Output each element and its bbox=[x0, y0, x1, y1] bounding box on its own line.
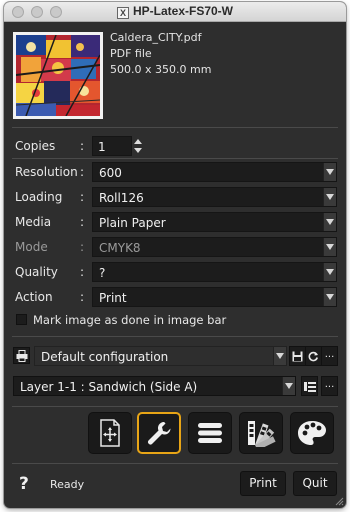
loading-value: Roll126 bbox=[99, 191, 144, 205]
resolution-select[interactable]: 600 bbox=[92, 162, 337, 182]
layer-more-button[interactable]: ... bbox=[321, 376, 338, 396]
floppy-disk-icon bbox=[292, 351, 303, 362]
decrement-icon[interactable] bbox=[134, 148, 142, 153]
save-config-button[interactable] bbox=[289, 346, 306, 366]
quit-button[interactable]: Quit bbox=[293, 471, 337, 496]
divider bbox=[12, 158, 338, 159]
action-row: Action : Print bbox=[4, 287, 346, 309]
refresh-config-button[interactable] bbox=[305, 346, 322, 366]
list-tool-button[interactable] bbox=[188, 412, 232, 454]
image-thumbnail bbox=[13, 32, 103, 119]
divider bbox=[12, 336, 338, 337]
mode-colon: : bbox=[80, 240, 85, 254]
swatches-tool-button[interactable] bbox=[239, 412, 283, 454]
mode-row: Mode : CMYK8 bbox=[4, 237, 346, 259]
resolution-label: Resolution bbox=[15, 165, 78, 179]
quality-select[interactable]: ? bbox=[92, 262, 337, 282]
configuration-row: Default configuration ... bbox=[13, 346, 339, 366]
quality-value: ? bbox=[99, 266, 106, 280]
mark-done-label: Mark image as done in image bar bbox=[33, 313, 227, 327]
chevron-down-icon[interactable] bbox=[282, 377, 295, 395]
chevron-down-icon[interactable] bbox=[323, 263, 336, 281]
chevron-down-icon[interactable] bbox=[323, 163, 336, 181]
copies-colon: : bbox=[80, 139, 85, 153]
media-value: Plain Paper bbox=[99, 216, 166, 230]
printer-icon[interactable] bbox=[13, 347, 30, 364]
chevron-down-icon[interactable] bbox=[323, 188, 336, 206]
divider bbox=[12, 127, 338, 128]
resolution-row: Resolution : 600 bbox=[4, 162, 346, 184]
loading-row: Loading : Roll126 bbox=[4, 187, 346, 209]
list-icon bbox=[198, 423, 222, 443]
copies-input[interactable]: 1 bbox=[92, 136, 132, 156]
app-window: X HP-Latex-FS70-W Caldera_CITY.pdf PDF f… bbox=[4, 2, 346, 508]
file-name: Caldera_CITY.pdf bbox=[110, 31, 202, 44]
loading-label: Loading bbox=[15, 190, 63, 204]
quality-label: Quality bbox=[15, 265, 58, 279]
media-select[interactable]: Plain Paper bbox=[92, 212, 337, 232]
loading-select[interactable]: Roll126 bbox=[92, 187, 337, 207]
window-title-wrap: X HP-Latex-FS70-W bbox=[4, 4, 346, 19]
layer-list-button[interactable] bbox=[301, 376, 318, 396]
title-bar: X HP-Latex-FS70-W bbox=[4, 2, 346, 22]
mark-done-option[interactable]: Mark image as done in image bar bbox=[16, 313, 226, 327]
copies-label: Copies bbox=[15, 139, 56, 153]
resolution-colon: : bbox=[80, 165, 85, 179]
media-label: Media bbox=[15, 215, 52, 229]
increment-icon[interactable] bbox=[134, 139, 142, 144]
help-button[interactable]: ? bbox=[19, 474, 29, 494]
wrench-icon bbox=[148, 421, 171, 445]
copies-stepper[interactable] bbox=[134, 136, 142, 156]
configuration-select[interactable]: Default configuration bbox=[34, 346, 287, 366]
placement-tool-button[interactable] bbox=[88, 412, 132, 454]
mark-done-checkbox[interactable] bbox=[16, 314, 27, 325]
layer-row: Layer 1-1 : Sandwich (Side A) ... bbox=[13, 376, 339, 396]
action-select[interactable]: Print bbox=[92, 287, 337, 307]
quality-row: Quality : ? bbox=[4, 262, 346, 284]
file-info: Caldera_CITY.pdf PDF file 500.0 x 350.0 … bbox=[110, 30, 211, 78]
color-palette-tool-button[interactable] bbox=[290, 412, 334, 454]
media-colon: : bbox=[80, 215, 85, 229]
thumbnail-art bbox=[15, 34, 101, 117]
chevron-down-icon[interactable] bbox=[323, 288, 336, 306]
file-size: 500.0 x 350.0 mm bbox=[110, 63, 212, 76]
mode-label: Mode bbox=[15, 240, 48, 254]
chevron-down-icon[interactable] bbox=[323, 213, 336, 231]
configuration-value: Default configuration bbox=[41, 350, 169, 364]
copies-row: Copies : 1 bbox=[4, 136, 346, 158]
main-panel: Caldera_CITY.pdf PDF file 500.0 x 350.0 … bbox=[4, 23, 346, 508]
palette-icon bbox=[298, 421, 326, 445]
layer-value: Layer 1-1 : Sandwich (Side A) bbox=[20, 380, 198, 394]
refresh-icon bbox=[308, 351, 318, 362]
settings-tool-button[interactable] bbox=[137, 412, 181, 454]
config-more-button[interactable]: ... bbox=[321, 346, 338, 366]
layer-select[interactable]: Layer 1-1 : Sandwich (Side A) bbox=[13, 376, 296, 396]
resize-grip-icon[interactable] bbox=[334, 496, 344, 506]
loading-colon: : bbox=[80, 190, 85, 204]
status-text: Ready bbox=[50, 478, 85, 491]
quality-colon: : bbox=[80, 265, 85, 279]
action-colon: : bbox=[80, 290, 85, 304]
document-move-icon bbox=[100, 419, 120, 447]
printer-icon-glyph bbox=[16, 350, 28, 362]
file-type: PDF file bbox=[110, 47, 152, 60]
chevron-down-icon bbox=[323, 238, 336, 256]
chevron-down-icon[interactable] bbox=[273, 347, 286, 365]
layer-list-icon bbox=[303, 382, 316, 392]
print-button[interactable]: Print bbox=[240, 471, 286, 496]
resolution-value: 600 bbox=[99, 166, 122, 180]
mode-select: CMYK8 bbox=[92, 237, 337, 257]
divider bbox=[12, 406, 338, 407]
media-row: Media : Plain Paper bbox=[4, 212, 346, 234]
divider bbox=[12, 463, 338, 464]
action-value: Print bbox=[99, 291, 127, 305]
window-title: HP-Latex-FS70-W bbox=[132, 4, 233, 18]
x11-app-icon: X bbox=[116, 7, 129, 19]
mode-value: CMYK8 bbox=[99, 241, 141, 255]
color-swatches-icon bbox=[248, 421, 276, 447]
action-label: Action bbox=[15, 290, 53, 304]
